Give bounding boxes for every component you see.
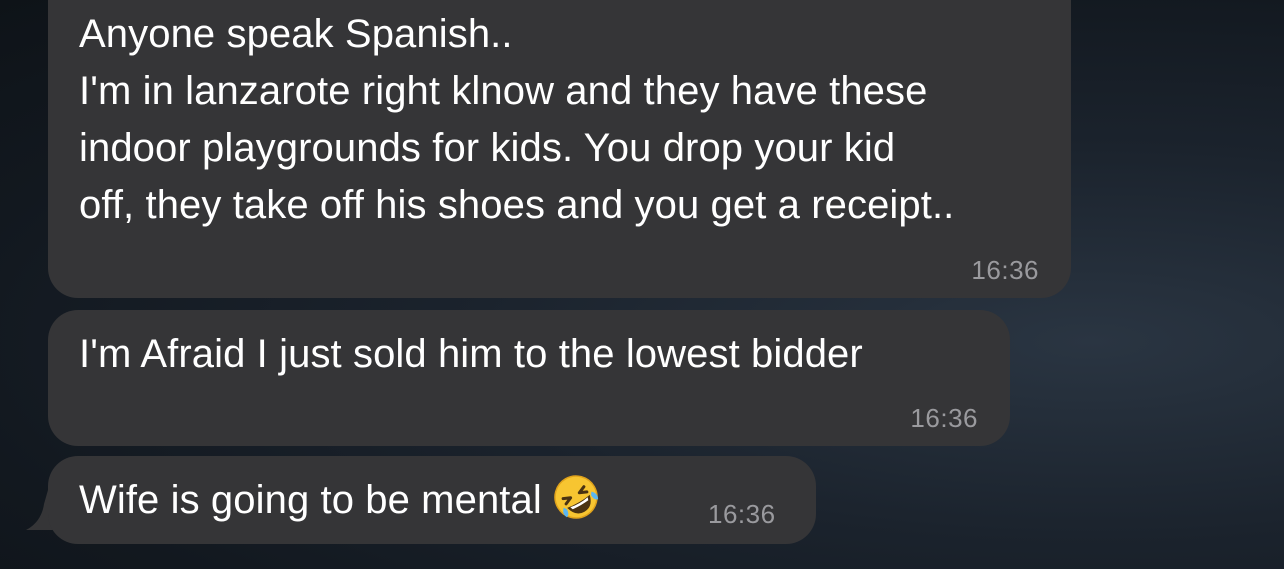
message-timestamp: 16:36 (910, 403, 978, 433)
message-bubble[interactable]: I'm Afraid I just sold him to the lowest… (48, 310, 1010, 446)
message-text: Wife is going to be mental (79, 478, 542, 522)
message-bubble[interactable]: Wife is going to be mental 16:36 (48, 456, 816, 544)
rolling-on-floor-laughing-icon (554, 475, 598, 519)
message-timestamp: 16:36 (708, 499, 776, 529)
message-bubble[interactable]: Anyone speak Spanish.. I'm in lanzarote … (48, 0, 1071, 298)
message-timestamp: 16:36 (971, 255, 1039, 285)
chat-view: Anyone speak Spanish.. I'm in lanzarote … (0, 0, 1284, 569)
message-text-row: Wife is going to be mental (79, 472, 816, 529)
message-text: Anyone speak Spanish.. I'm in lanzarote … (79, 12, 955, 227)
message-text: I'm Afraid I just sold him to the lowest… (79, 332, 863, 376)
